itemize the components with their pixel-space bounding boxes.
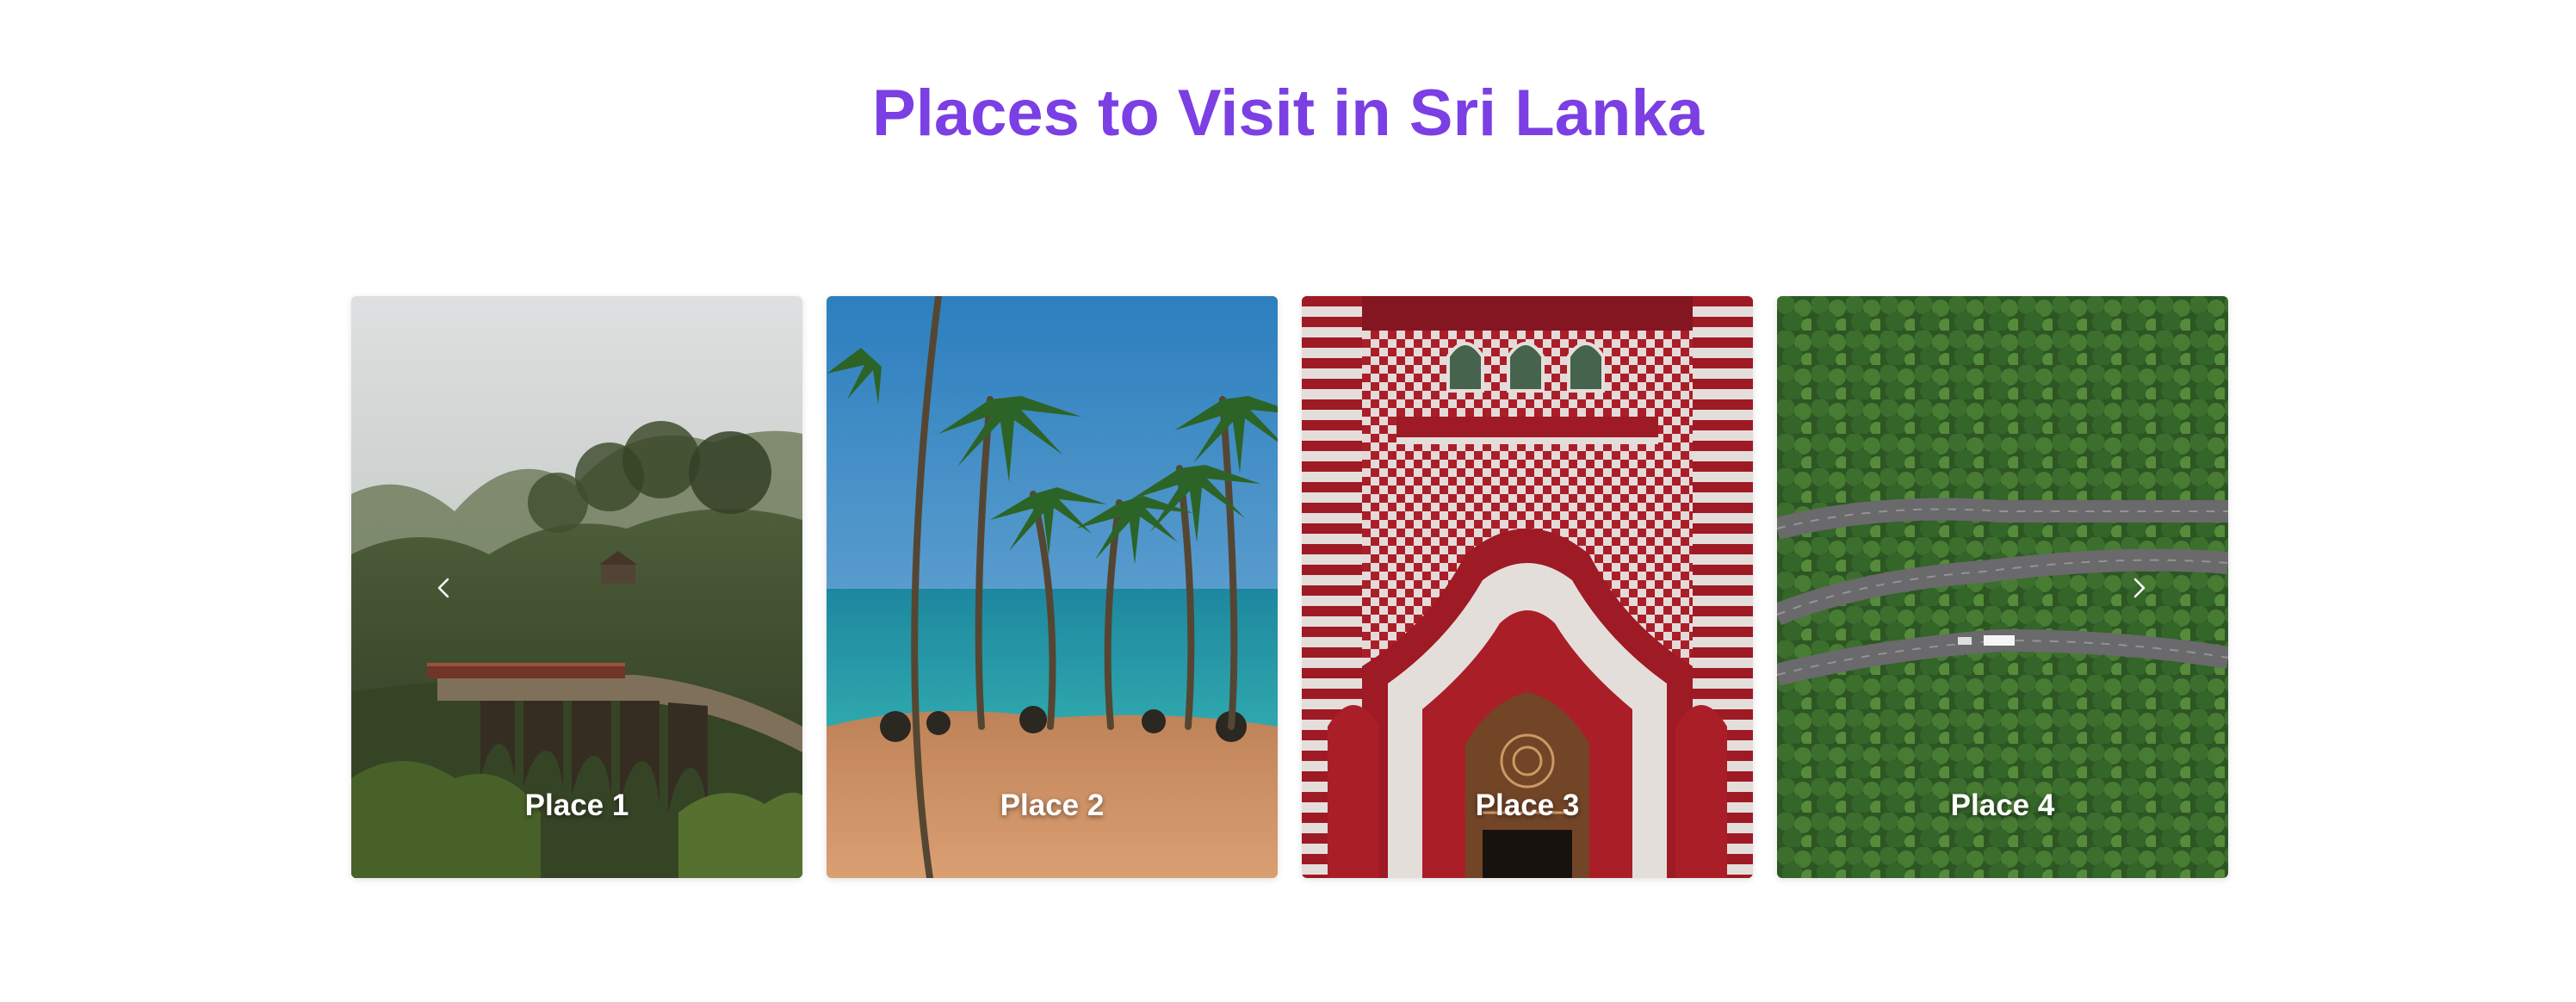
- chevron-right-icon: [2133, 578, 2146, 598]
- place-card-1[interactable]: Place 1: [351, 296, 802, 878]
- place-card-2[interactable]: Place 2: [827, 296, 1278, 878]
- chevron-left-icon: [437, 578, 449, 598]
- page-title: Places to Visit in Sri Lanka: [872, 77, 1704, 150]
- place-label: Place 1: [524, 789, 629, 822]
- page: Places to Visit in Sri Lanka Place 1 Pla…: [0, 0, 2576, 1002]
- next-button[interactable]: [2115, 564, 2163, 612]
- places-carousel: Place 1 Place 2 Place 3 Place 4: [351, 296, 2232, 878]
- prev-button[interactable]: [420, 564, 468, 612]
- place-label: Place 3: [1475, 789, 1580, 822]
- place-label: Place 4: [1950, 789, 2055, 822]
- place-label: Place 2: [1000, 789, 1105, 822]
- place-card-3[interactable]: Place 3: [1302, 296, 1753, 878]
